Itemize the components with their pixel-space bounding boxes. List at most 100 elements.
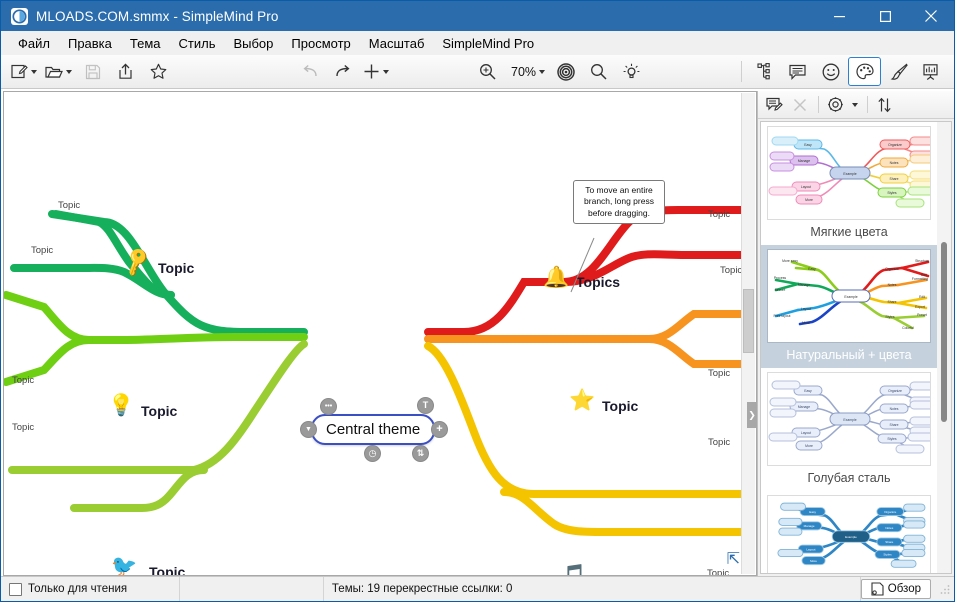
menu-edit[interactable]: Правка	[59, 33, 121, 54]
open-folder-button[interactable]	[42, 58, 75, 85]
handle-more-icon[interactable]: •••	[320, 398, 337, 415]
smiley-button[interactable]	[815, 58, 846, 85]
menu-topic[interactable]: Тема	[121, 33, 170, 54]
star-icon: ⭐	[569, 389, 596, 412]
zoom-level-dropdown[interactable]: 70%	[505, 58, 548, 85]
edit-theme-button[interactable]	[762, 94, 786, 116]
close-button[interactable]	[908, 1, 954, 31]
minimize-button[interactable]	[816, 1, 862, 31]
gear-options-caret[interactable]	[852, 102, 858, 107]
music-notes-icon: 🎵	[560, 564, 587, 576]
theme-list[interactable]: Example Easy Manage Layout More Organize…	[760, 121, 952, 574]
theme-item-soft[interactable]: Example Easy Manage Layout More Organize…	[761, 122, 937, 245]
theme-scroll-thumb[interactable]	[941, 242, 947, 422]
handle-collapse-icon[interactable]: ▼	[300, 421, 317, 438]
overview-label: Обзор	[887, 583, 921, 595]
theme-panel: Example Easy Manage Layout More Organize…	[757, 91, 954, 576]
new-document-caret[interactable]	[31, 69, 37, 74]
menu-zoom[interactable]: Масштаб	[360, 33, 434, 54]
branch-label-yellowgreen-bird[interactable]: Topic	[149, 564, 185, 575]
branch-label-lightgreen-bulb[interactable]: Topic	[141, 403, 177, 419]
add-topic-button[interactable]	[360, 58, 392, 85]
svg-text:More: More	[805, 444, 813, 448]
branch-label-green-key[interactable]: Topic	[158, 260, 194, 276]
find-button[interactable]	[583, 58, 614, 85]
note-bubble-button[interactable]	[782, 58, 813, 85]
overview-button[interactable]: Обзор	[860, 579, 931, 599]
sort-arrows-button[interactable]	[872, 94, 896, 116]
save-button[interactable]	[77, 58, 108, 85]
readonly-checkbox[interactable]	[9, 582, 22, 596]
svg-text:Layout: Layout	[801, 431, 811, 435]
presentation-button[interactable]	[916, 58, 947, 85]
leaf-label[interactable]: Topic	[708, 368, 730, 379]
delete-theme-button[interactable]	[788, 94, 812, 116]
menu-view[interactable]: Просмотр	[282, 33, 359, 54]
leaf-label[interactable]: Topic	[720, 265, 742, 276]
menu-select[interactable]: Выбор	[224, 33, 282, 54]
favorite-star-button[interactable]	[143, 58, 174, 85]
canvas-scroll-thumb[interactable]	[743, 289, 754, 353]
canvas-vertical-scrollbar[interactable]	[741, 93, 755, 574]
handle-reorder-icon[interactable]: ⇅	[412, 445, 429, 462]
mindmap-branches	[4, 205, 748, 536]
handle-time-icon[interactable]: ◷	[364, 445, 381, 462]
target-spiral-button[interactable]	[550, 58, 581, 85]
open-folder-caret[interactable]	[66, 69, 72, 74]
share-export-button[interactable]	[110, 58, 141, 85]
svg-text:Manage: Manage	[798, 283, 810, 287]
paint-brush-button[interactable]	[883, 58, 914, 85]
readonly-label: Только для чтения	[28, 583, 128, 595]
outline-hierarchy-button[interactable]	[749, 58, 780, 85]
branch-label-orange-star[interactable]: Topic	[602, 398, 638, 414]
resize-grip-icon[interactable]	[939, 583, 951, 595]
svg-text:Example: Example	[843, 418, 856, 422]
topic-count-info: Темы: 19 перекрестные ссылки: 0	[324, 577, 861, 601]
leaf-label[interactable]: Topic	[12, 375, 34, 386]
menu-file[interactable]: Файл	[9, 33, 59, 54]
resize-diagonal-arrow-icon[interactable]: ⇱	[727, 549, 740, 569]
add-topic-caret[interactable]	[383, 69, 389, 74]
overview-page-icon	[871, 582, 884, 596]
menu-simplemind-pro[interactable]: SimpleMind Pro	[433, 33, 543, 54]
leaf-label[interactable]: Topic	[31, 245, 53, 256]
color-palette-button[interactable]	[848, 57, 881, 86]
collapse-panel-arrow-icon[interactable]: ❯	[747, 402, 756, 428]
central-theme-node[interactable]: Central theme	[311, 414, 436, 445]
mindmap-drawing: Topic Topic Topic Topics Topic Topic 🔑 💡…	[4, 92, 756, 575]
leaf-label[interactable]: Topic	[708, 209, 730, 220]
lightbulb-button[interactable]	[616, 58, 647, 85]
toolbar-divider	[741, 61, 742, 82]
handle-text-icon[interactable]: T	[417, 397, 434, 414]
handle-add-icon[interactable]: +	[431, 421, 448, 438]
theme-item-steelblue[interactable]: Example Easy Manage Layout More Organize…	[761, 368, 937, 491]
zoom-level-caret[interactable]	[539, 69, 546, 74]
branch-label-yellow-music[interactable]: Topic	[594, 573, 630, 575]
maximize-button[interactable]	[862, 1, 908, 31]
mindmap-canvas[interactable]: Topic Topic Topic Topics Topic Topic 🔑 💡…	[3, 91, 757, 576]
title-bar: MLOADS.COM.smmx - SimpleMind Pro	[1, 1, 954, 31]
theme-list-scrollbar[interactable]	[937, 122, 951, 573]
new-document-button[interactable]	[8, 58, 40, 85]
menu-style[interactable]: Стиль	[170, 33, 225, 54]
theme-item-natural[interactable]: Example Easy More easy Manage Process Secur…	[761, 245, 937, 368]
leaf-label[interactable]: Topic	[12, 422, 34, 433]
gear-options-button[interactable]	[823, 94, 847, 116]
theme-item-bluefilled[interactable]: Example Easy Manage Layout More Organize…	[761, 491, 937, 573]
undo-button[interactable]	[294, 58, 325, 85]
leaf-label[interactable]: Topic	[58, 200, 80, 211]
svg-text:Colorful: Colorful	[902, 326, 914, 330]
svg-text:Easy: Easy	[804, 143, 812, 147]
svg-text:Manage: Manage	[798, 405, 810, 409]
svg-text:Share: Share	[885, 540, 893, 544]
leaf-label[interactable]: Topic	[707, 568, 729, 575]
leaf-label[interactable]: Topic	[708, 437, 730, 448]
svg-text:More: More	[805, 198, 813, 202]
svg-text:Export: Export	[915, 305, 925, 309]
redo-button[interactable]	[327, 58, 358, 85]
zoom-in-button[interactable]	[472, 58, 503, 85]
readonly-toggle[interactable]: Только для чтения	[1, 577, 181, 601]
status-bar: Только для чтения Темы: 19 перекрестные …	[1, 576, 954, 601]
svg-text:Manage: Manage	[804, 524, 815, 528]
svg-text:Share: Share	[889, 177, 898, 181]
